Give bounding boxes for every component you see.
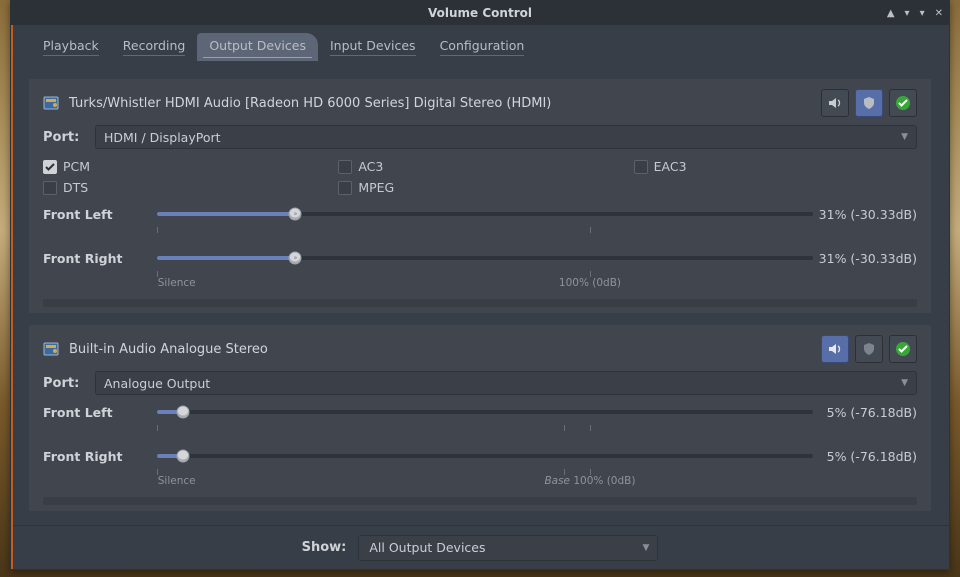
volume-control-window: Volume Control ▲ ▾ ▾ ✕ Playback Recordin… — [10, 0, 950, 570]
channel-label: Front Right — [43, 251, 153, 266]
port-value: HDMI / DisplayPort — [104, 130, 221, 145]
codec-checkbox-dts[interactable]: DTS — [43, 180, 326, 195]
codec-checkbox-ac3[interactable]: AC3 — [338, 159, 621, 174]
channel-label: Front Left — [43, 207, 153, 222]
codec-checkbox-eac3[interactable]: EAC3 — [634, 159, 917, 174]
mute-button[interactable] — [821, 89, 849, 117]
codec-label: MPEG — [358, 180, 394, 195]
tab-label: Input Devices — [330, 38, 416, 56]
codec-label: AC3 — [358, 159, 383, 174]
scale-silence: Silence — [158, 277, 196, 289]
chevron-down-icon: ▼ — [901, 132, 908, 142]
window-title: Volume Control — [428, 6, 532, 20]
window-close-icon[interactable]: ✕ — [935, 8, 943, 19]
tab-output-devices[interactable]: Output Devices — [197, 33, 318, 61]
sound-card-icon — [43, 340, 61, 358]
tab-input-devices[interactable]: Input Devices — [318, 33, 428, 61]
codec-label: EAC3 — [654, 159, 687, 174]
shield-icon — [862, 342, 876, 356]
titlebar: Volume Control ▲ ▾ ▾ ✕ — [11, 1, 949, 25]
speaker-icon — [827, 341, 843, 357]
speaker-icon — [827, 95, 843, 111]
vu-meter — [43, 497, 917, 505]
window-min-icon[interactable]: ▾ — [920, 8, 925, 19]
port-select[interactable]: Analogue Output ▼ — [95, 371, 917, 395]
tab-recording[interactable]: Recording — [111, 33, 198, 61]
lock-button[interactable] — [855, 89, 883, 117]
channel-value: 5% (-76.18dB) — [817, 405, 917, 420]
codec-checkbox-mpeg[interactable]: MPEG — [338, 180, 621, 195]
scale-silence: Silence — [158, 475, 196, 487]
tab-configuration[interactable]: Configuration — [428, 33, 537, 61]
check-circle-icon — [895, 95, 911, 111]
channel-label: Front Right — [43, 449, 153, 464]
channel-label: Front Left — [43, 405, 153, 420]
sound-card-icon — [43, 94, 61, 112]
chevron-down-icon: ▼ — [642, 543, 649, 553]
device-title: Built-in Audio Analogue Stereo — [69, 342, 813, 357]
window-up-icon[interactable]: ▲ — [887, 8, 895, 19]
tabs: Playback Recording Output Devices Input … — [11, 25, 949, 61]
channel-value: 5% (-76.18dB) — [817, 449, 917, 464]
channel-value: 31% (-30.33dB) — [817, 251, 917, 266]
check-circle-icon — [895, 341, 911, 357]
volume-slider-front-right[interactable] — [157, 447, 813, 465]
codec-checkbox-pcm[interactable]: PCM — [43, 159, 326, 174]
footer: Show: All Output Devices ▼ — [11, 525, 949, 569]
volume-slider-front-left[interactable] — [157, 403, 813, 421]
port-label: Port: — [43, 376, 83, 391]
codec-label: DTS — [63, 180, 88, 195]
device-card: Turks/Whistler HDMI Audio [Radeon HD 600… — [29, 79, 931, 313]
codec-label: PCM — [63, 159, 90, 174]
port-label: Port: — [43, 130, 83, 145]
scale-100: Base 100% (0dB) — [544, 475, 635, 487]
default-button[interactable] — [889, 89, 917, 117]
port-select[interactable]: HDMI / DisplayPort ▼ — [95, 125, 917, 149]
device-title: Turks/Whistler HDMI Audio [Radeon HD 600… — [69, 96, 813, 111]
show-value: All Output Devices — [369, 540, 485, 555]
volume-slider-front-right[interactable]: » — [157, 249, 813, 267]
tab-playback[interactable]: Playback — [31, 33, 111, 61]
tab-label: Playback — [43, 38, 99, 56]
default-button[interactable] — [889, 335, 917, 363]
volume-slider-front-left[interactable]: » — [157, 205, 813, 223]
scale-100: 100% (0dB) — [559, 277, 621, 289]
tab-label: Output Devices — [209, 38, 306, 53]
mute-button[interactable] — [821, 335, 849, 363]
port-value: Analogue Output — [104, 376, 210, 391]
window-down-icon[interactable]: ▾ — [905, 8, 910, 19]
shield-icon — [862, 96, 876, 110]
devices-list: Turks/Whistler HDMI Audio [Radeon HD 600… — [11, 61, 949, 525]
show-select[interactable]: All Output Devices ▼ — [358, 535, 658, 561]
chevron-down-icon: ▼ — [901, 378, 908, 388]
device-card: Built-in Audio Analogue Stereo Port: — [29, 325, 931, 511]
vu-meter — [43, 299, 917, 307]
tab-label: Configuration — [440, 38, 525, 56]
tab-label: Recording — [123, 38, 186, 56]
lock-button[interactable] — [855, 335, 883, 363]
channel-value: 31% (-30.33dB) — [817, 207, 917, 222]
show-label: Show: — [302, 540, 347, 555]
